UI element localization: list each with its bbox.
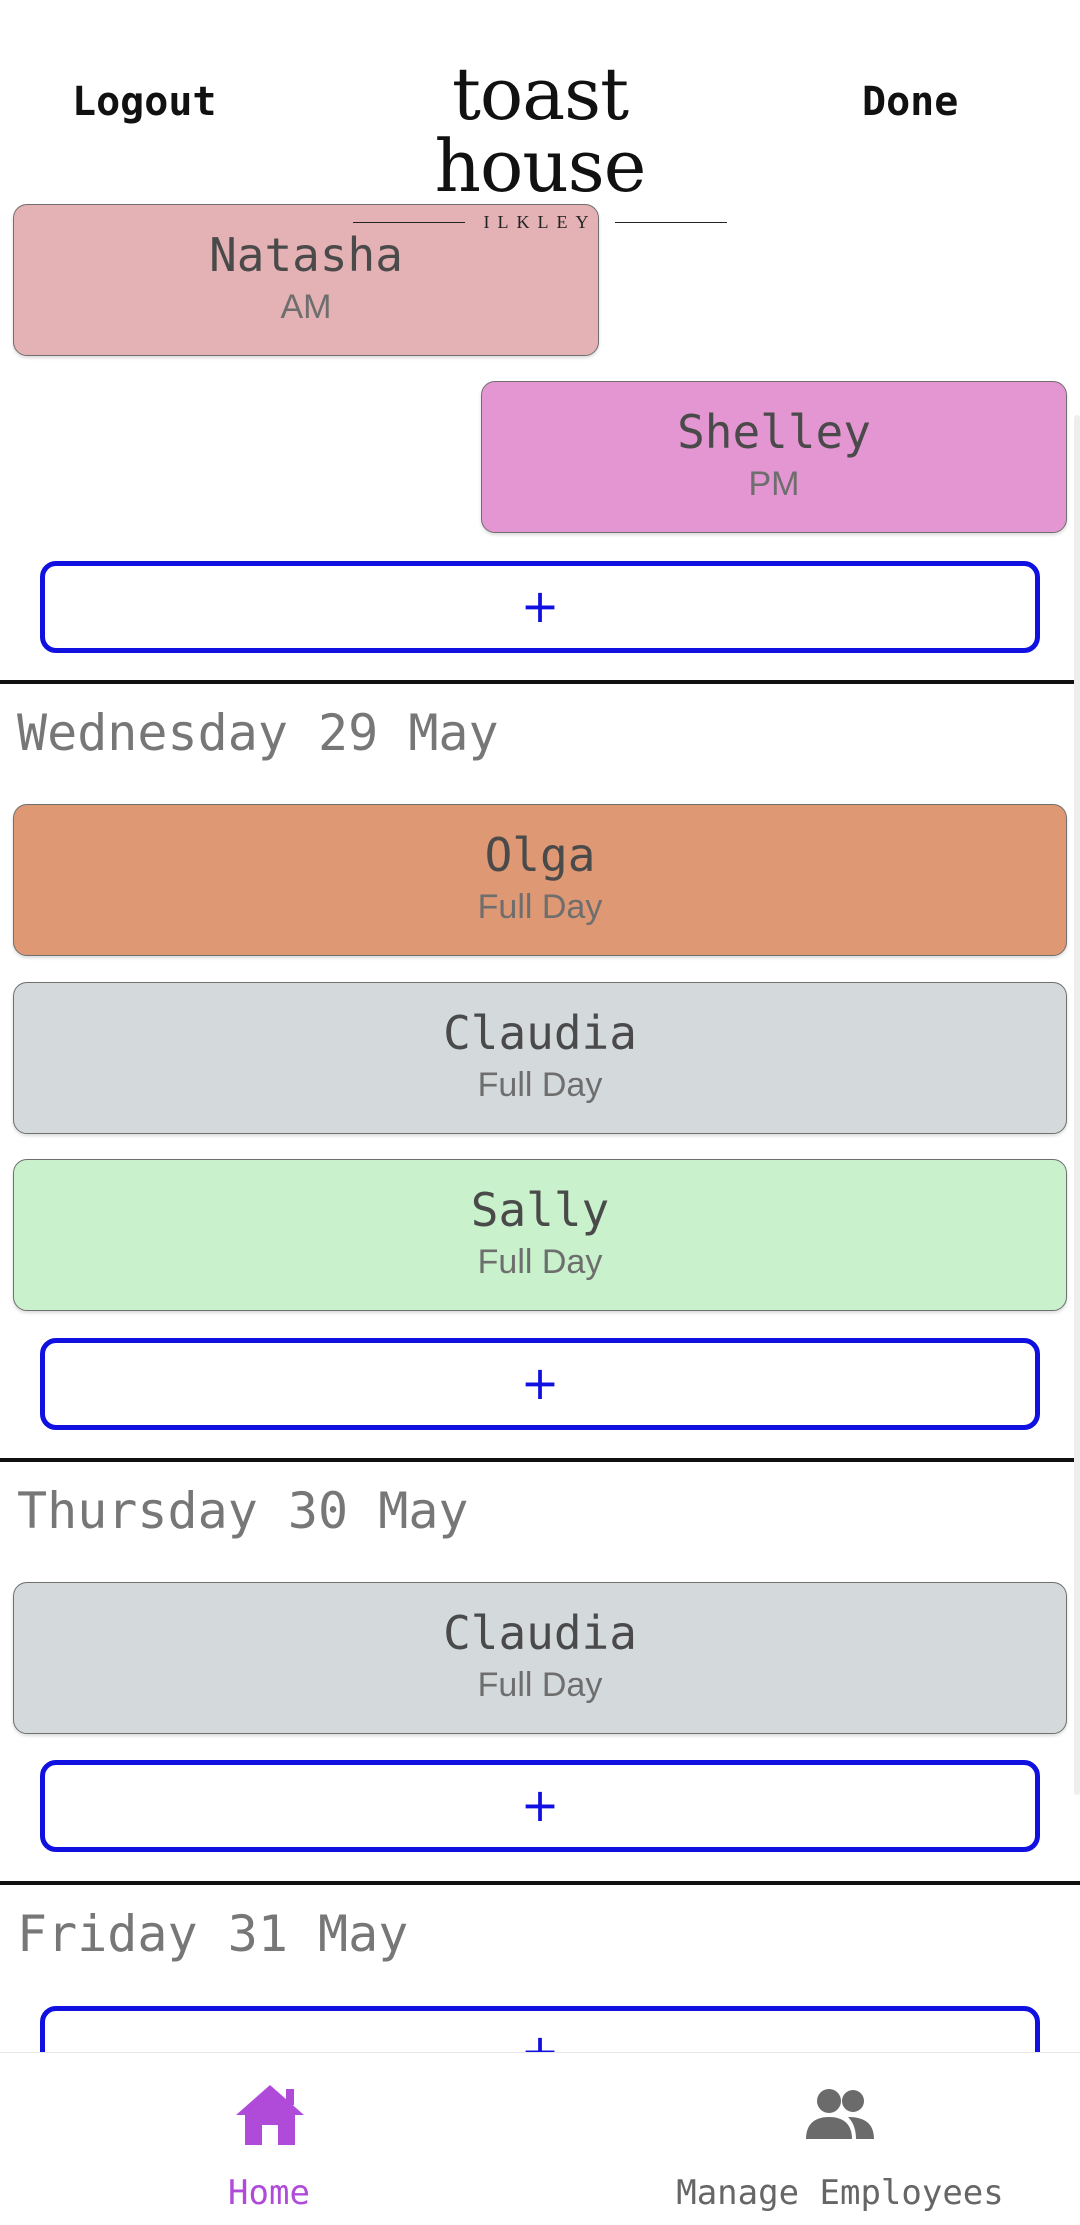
app-header: Logout toast house ILKLEY Done <box>0 0 1080 232</box>
add-shift-button[interactable]: + <box>40 561 1040 653</box>
shift-type: Full Day <box>477 1666 603 1704</box>
app-screen: Natasha AM Shelley PM + Wednesday 29 May… <box>0 0 1080 2225</box>
people-icon <box>806 2089 874 2139</box>
shift-card[interactable]: Claudia Full Day <box>13 1582 1067 1734</box>
add-shift-button[interactable]: + <box>40 2006 1040 2052</box>
day-divider <box>0 1881 1080 1885</box>
day-divider <box>0 1458 1080 1462</box>
nav-home[interactable]: Home <box>0 2053 540 2225</box>
nav-home-label: Home <box>228 2173 310 2213</box>
day-heading: Friday 31 May <box>17 1905 409 1963</box>
nav-manage-employees[interactable]: Manage Employees <box>540 2053 1080 2225</box>
shift-card[interactable]: Sally Full Day <box>13 1159 1067 1311</box>
logout-button[interactable]: Logout <box>72 82 217 122</box>
shift-employee-name: Claudia <box>443 1006 637 1060</box>
shift-type: Full Day <box>477 888 603 926</box>
shift-type: Full Day <box>477 1243 603 1281</box>
logo-location-text: ILKLEY <box>483 212 597 232</box>
shift-card[interactable]: Olga Full Day <box>13 804 1067 956</box>
add-shift-button[interactable]: + <box>40 1760 1040 1852</box>
logo-rule-left <box>353 222 465 223</box>
shift-employee-name: Claudia <box>443 1606 637 1660</box>
schedule-list[interactable]: Natasha AM Shelley PM + Wednesday 29 May… <box>0 0 1080 2052</box>
shift-type: AM <box>280 288 332 326</box>
day-heading: Wednesday 29 May <box>17 704 499 762</box>
logo-location: ILKLEY <box>345 210 735 234</box>
add-shift-button[interactable]: + <box>40 1338 1040 1430</box>
shift-type: Full Day <box>477 1066 603 1104</box>
toast-house-logo: toast house ILKLEY <box>345 58 735 232</box>
home-icon <box>236 2085 304 2145</box>
shift-employee-name: Sally <box>470 1183 610 1237</box>
done-button[interactable]: Done <box>862 82 958 122</box>
logo-wordmark: toast house <box>434 52 647 208</box>
logo-rule-right <box>615 222 727 223</box>
shift-type: PM <box>748 465 800 503</box>
shift-employee-name: Olga <box>484 828 596 882</box>
day-divider <box>0 680 1080 684</box>
day-heading: Thursday 30 May <box>17 1482 469 1540</box>
shift-card[interactable]: Claudia Full Day <box>13 982 1067 1134</box>
shift-card[interactable]: Shelley PM <box>481 381 1067 533</box>
scrollbar[interactable] <box>1074 415 1080 1795</box>
nav-manage-employees-label: Manage Employees <box>676 2173 1004 2213</box>
shift-employee-name: Natasha <box>209 228 403 282</box>
bottom-navigation: Home Manage Employees <box>0 2052 1080 2225</box>
shift-employee-name: Shelley <box>677 405 871 459</box>
